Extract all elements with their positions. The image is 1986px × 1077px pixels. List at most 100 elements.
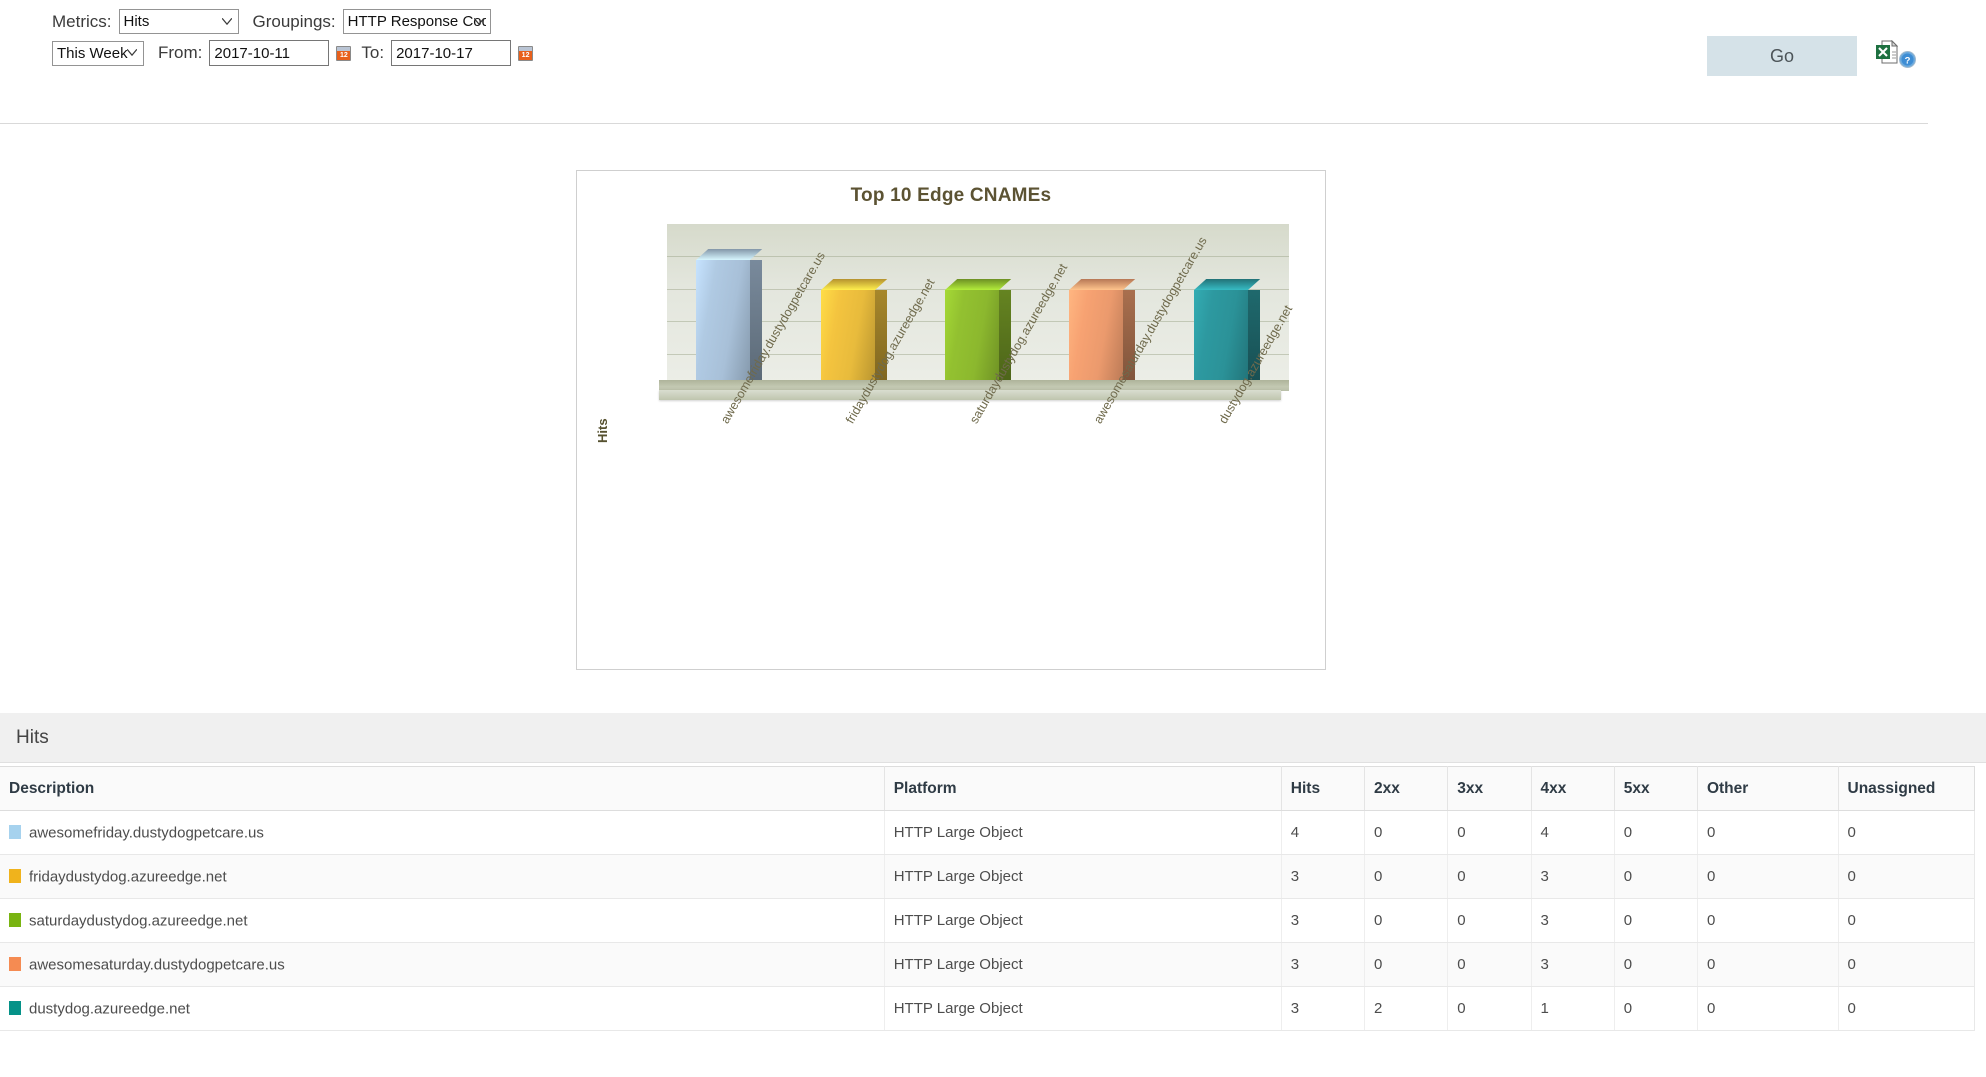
bar-face [1194,290,1248,380]
cell-description: awesomesaturday.dustydogpetcare.us [0,942,885,987]
from-label: From: [158,43,203,62]
cell-hits: 3 [1281,986,1366,1031]
cell-hits: 3 [1281,854,1366,899]
to-date-input[interactable] [391,40,512,66]
column-header-other[interactable]: Other [1697,766,1839,811]
cell-5xx: 0 [1614,898,1698,943]
cell-other: 0 [1697,898,1839,943]
column-header-4xx[interactable]: 4xx [1531,766,1615,811]
cell-other: 0 [1697,942,1839,987]
cell-5xx: 0 [1614,942,1698,987]
description-text: dustydog.azureedge.net [29,1000,190,1018]
bar-face [945,290,999,380]
description-text: fridaydustydog.azureedge.net [29,868,227,886]
cell-2xx: 0 [1364,810,1449,855]
description-text: awesomesaturday.dustydogpetcare.us [29,956,285,974]
column-header-hits[interactable]: Hits [1281,766,1366,811]
from-date-input[interactable] [209,40,330,66]
range-select-wrap: This Week [52,40,144,66]
cell-3xx: 0 [1447,810,1532,855]
report-toolbar: Metrics: Hits Groupings: HTTP Response C… [0,0,1986,124]
chart-panel: Top 10 Edge CNAMEs Hits awesomefriday.du… [576,170,1326,670]
table-row[interactable]: awesomefriday.dustydogpetcare.us HTTP Lar… [0,810,1976,855]
excel-export-icon[interactable] [1876,39,1899,64]
cell-platform: HTTP Large Object [884,810,1282,855]
column-header-3xx[interactable]: 3xx [1447,766,1532,811]
series-color-swatch [9,912,21,927]
metrics-select-wrap: Hits [118,9,239,34]
cell-4xx: 4 [1531,810,1615,855]
metrics-select[interactable]: Hits [118,9,239,34]
cell-5xx: 0 [1614,986,1698,1031]
toolbar-row-metrics: Metrics: Hits Groupings: HTTP Response C… [52,9,505,34]
series-color-swatch [9,868,21,883]
bar-face [821,290,875,380]
column-header-5xx[interactable]: 5xx [1614,766,1698,811]
cell-platform: HTTP Large Object [884,854,1282,899]
table-row[interactable]: dustydog.azureedge.net HTTP Large Object 3… [0,986,1976,1031]
description-text: awesomefriday.dustydogpetcare.us [29,824,264,842]
calendar-icon[interactable] [518,45,534,61]
cell-3xx: 0 [1447,986,1532,1031]
go-button[interactable]: Go [1707,36,1857,76]
to-label: To: [361,43,385,62]
cell-platform: HTTP Large Object [884,942,1282,987]
cell-unassigned: 0 [1838,810,1976,855]
help-icon[interactable]: ? [1899,51,1916,68]
chart-floor-front [659,390,1281,400]
cell-3xx: 0 [1447,854,1532,899]
bar-face [1069,290,1123,380]
cell-2xx: 0 [1364,942,1449,987]
cell-other: 0 [1697,810,1839,855]
cell-4xx: 3 [1531,898,1615,943]
toolbar-row-daterange: This Week From: To: [52,40,543,66]
calendar-icon[interactable] [336,45,352,61]
column-header-description[interactable]: Description [0,766,885,811]
cell-description: fridaydustydog.azureedge.net [0,854,885,899]
chart-y-axis-label: Hits [595,418,610,443]
metrics-label: Metrics: [52,11,112,31]
cell-5xx: 0 [1614,810,1698,855]
results-table: Description Platform Hits 2xx 3xx 4xx 5x… [0,766,1976,1031]
column-header-platform[interactable]: Platform [884,766,1282,811]
hits-section-title: Hits [16,727,49,748]
table-row[interactable]: saturdaydustydog.azureedge.net HTTP Large… [0,898,1976,943]
cell-2xx: 2 [1364,986,1449,1031]
hits-section-header: Hits [0,713,1986,763]
groupings-select-wrap: HTTP Response Codes [342,9,491,34]
cell-hits: 4 [1281,810,1366,855]
table-header-row: Description Platform Hits 2xx 3xx 4xx 5x… [0,766,1976,811]
cell-4xx: 1 [1531,986,1615,1031]
chart-title: Top 10 Edge CNAMEs [850,185,1052,206]
date-range-select[interactable]: This Week [52,40,144,66]
svg-text:?: ? [1905,55,1911,66]
cell-unassigned: 0 [1838,898,1976,943]
table-head: Description Platform Hits 2xx 3xx 4xx 5x… [0,766,1976,811]
bar-face [696,260,750,380]
cell-other: 0 [1697,986,1839,1031]
groupings-label: Groupings: [252,11,336,31]
toolbar-divider [0,123,1928,124]
cell-unassigned: 0 [1838,942,1976,987]
cell-description: saturdaydustydog.azureedge.net [0,898,885,943]
cell-description: awesomefriday.dustydogpetcare.us [0,810,885,855]
cell-3xx: 0 [1447,898,1532,943]
cell-3xx: 0 [1447,942,1532,987]
cell-5xx: 0 [1614,854,1698,899]
column-header-2xx[interactable]: 2xx [1364,766,1449,811]
table-body: awesomefriday.dustydogpetcare.us HTTP Lar… [0,810,1976,1031]
cell-unassigned: 0 [1838,854,1976,899]
cell-unassigned: 0 [1838,986,1976,1031]
cell-hits: 3 [1281,898,1366,943]
cell-hits: 3 [1281,942,1366,987]
description-text: saturdaydustydog.azureedge.net [29,912,248,930]
groupings-select[interactable]: HTTP Response Codes [342,9,491,34]
series-color-swatch [9,1000,21,1015]
cell-other: 0 [1697,854,1839,899]
cell-platform: HTTP Large Object [884,898,1282,943]
table-row[interactable]: awesomesaturday.dustydogpetcare.us HTTP L… [0,942,1976,987]
cell-2xx: 0 [1364,854,1449,899]
column-header-unassigned[interactable]: Unassigned [1838,766,1976,811]
cell-4xx: 3 [1531,942,1615,987]
table-row[interactable]: fridaydustydog.azureedge.net HTTP Large O… [0,854,1976,899]
